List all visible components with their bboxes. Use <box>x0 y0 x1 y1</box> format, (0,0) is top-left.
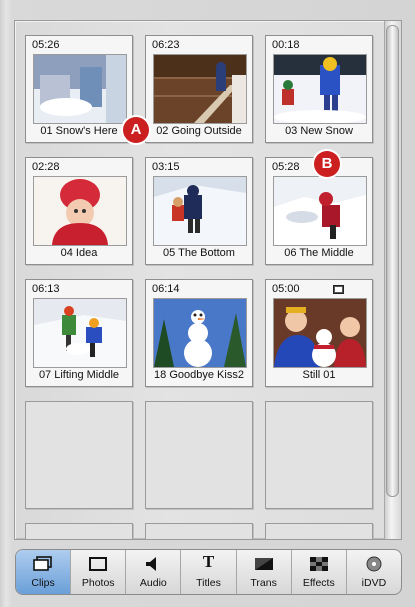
clip-duration: 05:26 <box>32 39 60 51</box>
titles-icon: T <box>202 552 215 571</box>
empty-clip-slot[interactable] <box>145 401 253 509</box>
clip-thumbnail <box>33 176 127 246</box>
clip-title: 05 The Bottom <box>163 247 235 259</box>
photos-button[interactable]: Photos <box>71 550 127 594</box>
clip-tile[interactable]: 03:15 05 The Bottom <box>145 157 253 265</box>
clip-duration: 02:28 <box>32 161 60 173</box>
clip-duration: 03:15 <box>152 161 180 173</box>
clip-title: 07 Lifting Middle <box>38 369 120 381</box>
scrollbar-thumb[interactable] <box>386 25 399 497</box>
idvd-label: iDVD <box>361 577 387 589</box>
clip-title: Still 01 <box>302 369 336 381</box>
clip-title: 02 Going Outside <box>156 125 242 137</box>
titles-button[interactable]: T Titles <box>181 550 237 594</box>
idvd-button[interactable]: iDVD <box>347 550 401 594</box>
transition-icon <box>254 558 273 570</box>
clip-duration: 05:00 <box>272 283 300 295</box>
photos-icon <box>89 557 108 571</box>
audio-button[interactable]: Audio <box>126 550 182 594</box>
clip-thumbnail <box>33 298 127 368</box>
effects-icon <box>309 557 328 571</box>
trans-button[interactable]: Trans <box>237 550 292 594</box>
callout-b: B <box>314 151 340 177</box>
speaker-icon <box>146 557 157 571</box>
clip-thumbnail <box>33 54 127 124</box>
pane-toolbar: Clips Photos Audio T Titles Trans Effect… <box>15 549 402 595</box>
clip-title: 06 The Middle <box>284 247 354 259</box>
clip-thumbnail <box>153 298 247 368</box>
clips-pane: 05:26 01 Snow's Here 06:23 02 Going Outs… <box>0 0 415 607</box>
clip-duration: 06:23 <box>152 39 180 51</box>
clip-tile[interactable]: 02:28 04 Idea <box>25 157 133 265</box>
effects-label: Effects <box>302 577 335 589</box>
clip-tile[interactable]: 06:23 02 Going Outside <box>145 35 253 143</box>
clip-duration: 06:13 <box>32 283 60 295</box>
clip-thumbnail <box>153 176 247 246</box>
clip-thumbnail <box>153 54 247 124</box>
clip-title: 01 Snow's Here <box>40 125 118 137</box>
clip-shelf: 05:26 01 Snow's Here 06:23 02 Going Outs… <box>14 20 402 540</box>
clip-tile[interactable]: 00:18 03 New Snow <box>265 35 373 143</box>
clip-duration: 05:28 <box>272 161 300 173</box>
photos-label: Photos <box>81 577 115 589</box>
clips-button[interactable]: Clips <box>16 550 72 594</box>
trans-label: Trans <box>250 577 277 589</box>
clip-title: 03 New Snow <box>285 125 353 137</box>
clip-tile[interactable]: 06:14 18 Goodbye Kiss2 <box>145 279 253 387</box>
clip-tile[interactable]: 05:00 Still 01 <box>265 279 373 387</box>
clip-title: 04 Idea <box>60 247 98 259</box>
clip-duration: 00:18 <box>272 39 300 51</box>
empty-clip-slot[interactable] <box>25 401 133 509</box>
clip-thumbnail <box>273 298 367 368</box>
clips-icon <box>33 556 52 571</box>
effects-button[interactable]: Effects <box>292 550 347 594</box>
clip-tile[interactable]: 05:26 01 Snow's Here <box>25 35 133 143</box>
clip-duration: 06:14 <box>152 283 180 295</box>
titles-label: Titles <box>196 577 221 589</box>
empty-clip-slot[interactable] <box>265 523 373 539</box>
clip-thumbnail <box>273 54 367 124</box>
clip-title: 18 Goodbye Kiss2 <box>154 369 244 381</box>
still-frame-icon <box>333 285 344 294</box>
audio-label: Audio <box>139 577 167 589</box>
clip-thumbnail <box>273 176 367 246</box>
dvd-icon <box>366 556 382 572</box>
callout-a: A <box>123 117 149 143</box>
shelf-scrollbar[interactable] <box>384 21 401 539</box>
clips-label: Clips <box>31 577 55 589</box>
empty-clip-slot[interactable] <box>25 523 133 539</box>
empty-clip-slot[interactable] <box>145 523 253 539</box>
empty-clip-slot[interactable] <box>265 401 373 509</box>
clip-tile[interactable]: 06:13 07 Lifting Middle <box>25 279 133 387</box>
